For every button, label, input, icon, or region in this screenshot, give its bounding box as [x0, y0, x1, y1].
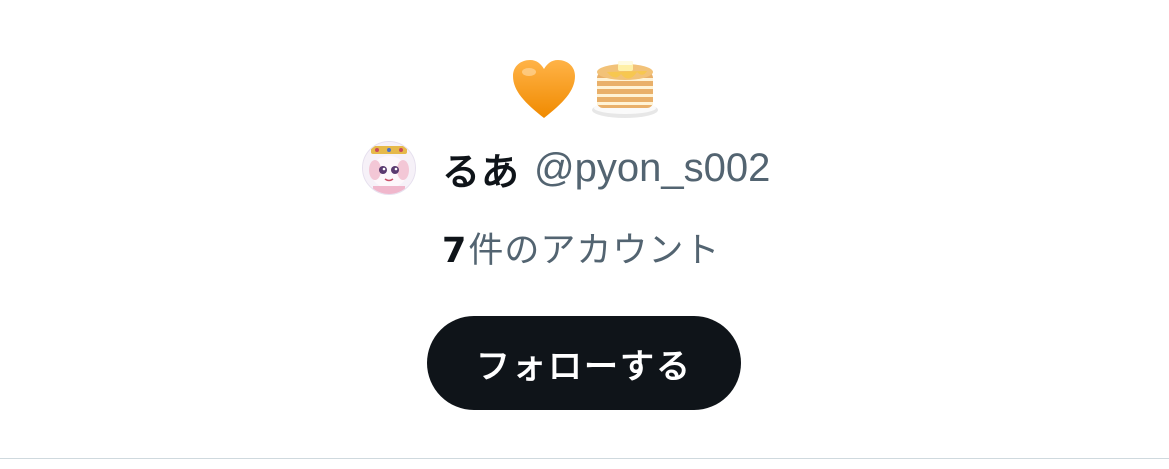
follow-button[interactable]: フォローする — [427, 316, 741, 410]
account-count-label: 件のアカウント — [468, 231, 721, 271]
account-count-number: 7 — [442, 231, 467, 271]
pancakes-icon — [592, 61, 658, 118]
bio-emojis — [511, 54, 661, 124]
avatar[interactable] — [362, 141, 416, 195]
orange-heart-icon — [513, 60, 575, 118]
list-card: るあ @pyon_s002 7 件のアカウント フォローする — [0, 0, 1169, 458]
list-owner[interactable]: るあ @pyon_s002 — [362, 140, 770, 196]
display-name[interactable]: るあ — [442, 141, 520, 196]
divider — [0, 458, 1169, 459]
avatar-illustration-icon — [363, 142, 415, 194]
user-handle[interactable]: @pyon_s002 — [534, 146, 770, 191]
account-count[interactable]: 7 件のアカウント — [442, 222, 720, 271]
